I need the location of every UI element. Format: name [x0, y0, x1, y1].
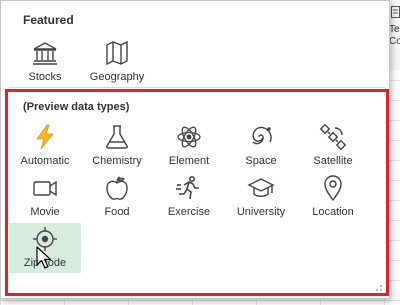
data-type-label: Geography — [89, 71, 145, 83]
bank-icon — [33, 42, 57, 65]
section-divider — [9, 87, 385, 88]
map-icon — [106, 40, 128, 66]
ribbon-text-icon — [391, 6, 400, 18]
data-type-geography[interactable]: Geography — [81, 37, 153, 87]
data-type-stocks[interactable]: Stocks — [9, 37, 81, 87]
featured-heading: Featured — [23, 13, 74, 27]
mouse-pointer-icon — [36, 246, 52, 269]
highlight-annotation — [5, 89, 389, 296]
ribbon-label-line-1: Te — [389, 24, 400, 35]
ribbon-label-partial: Te Col — [389, 24, 400, 48]
data-type-label: Stocks — [28, 71, 62, 83]
ribbon-label-line-2: Col — [389, 36, 400, 47]
